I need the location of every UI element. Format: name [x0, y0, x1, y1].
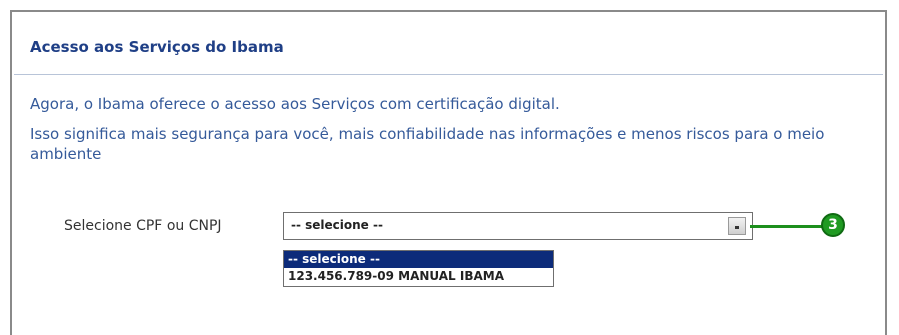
dropdown-arrow-button[interactable]	[728, 217, 746, 235]
security-paragraph: Isso significa mais segurança para você,…	[30, 125, 825, 163]
callout-number-badge: 3	[821, 213, 845, 237]
cpf-cnpj-label: Selecione CPF ou CNPJ	[64, 218, 222, 234]
option-placeholder[interactable]: -- selecione --	[284, 251, 553, 268]
option-cpf-manual-ibama[interactable]: 123.456.789-09 MANUAL IBAMA	[284, 268, 553, 285]
cpf-cnpj-select[interactable]: -- selecione --	[283, 212, 753, 240]
intro-paragraph: Agora, o Ibama oferece o acesso aos Serv…	[30, 95, 560, 113]
title-divider	[14, 74, 883, 75]
callout-connector-line	[750, 225, 824, 228]
chevron-down-icon	[735, 226, 739, 229]
selected-option-value: -- selecione --	[291, 218, 383, 232]
dropdown-option-list: -- selecione -- 123.456.789-09 MANUAL IB…	[283, 250, 554, 287]
panel-title: Acesso aos Serviços do Ibama	[30, 38, 284, 56]
